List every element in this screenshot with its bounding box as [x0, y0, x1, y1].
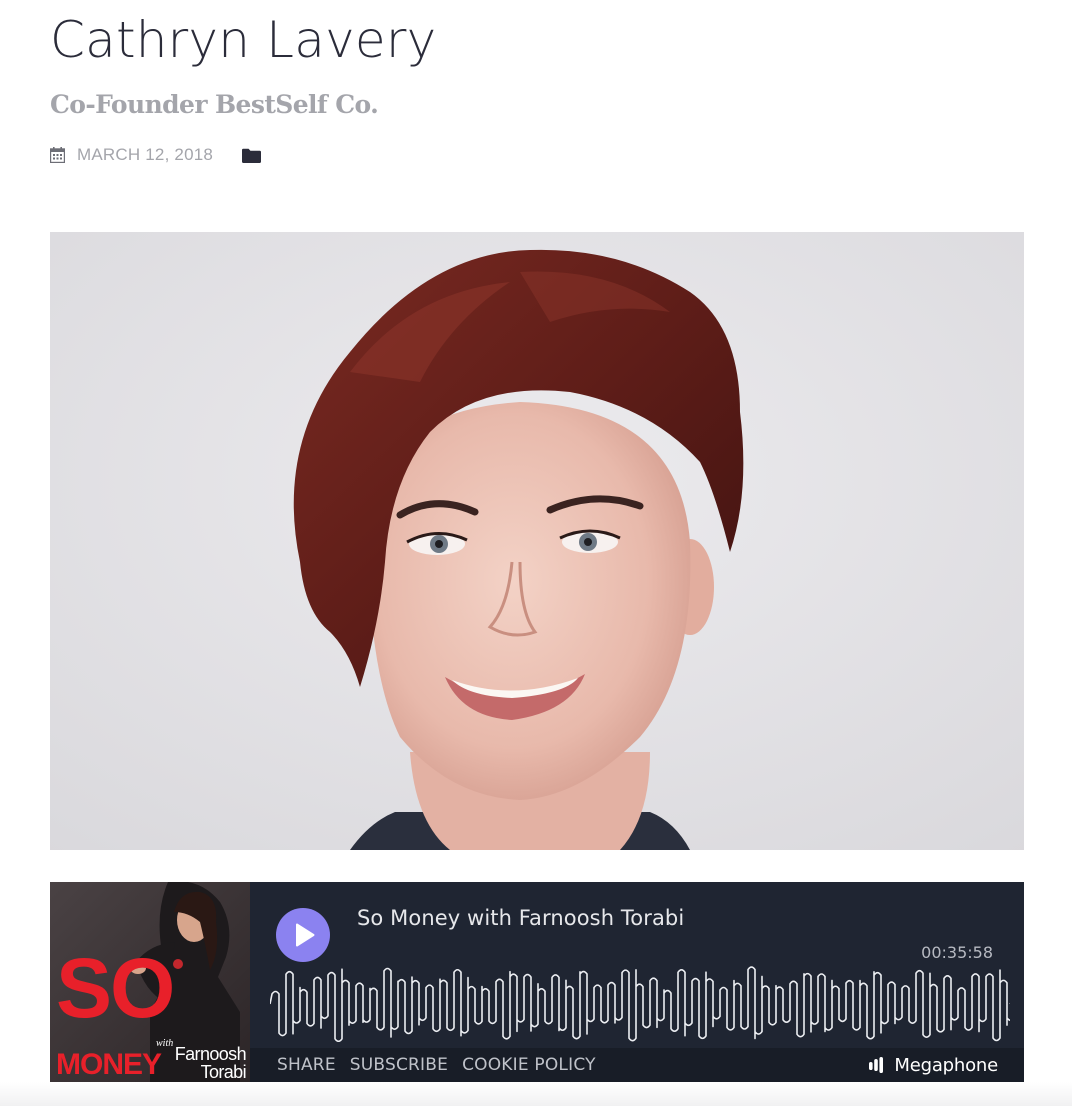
play-icon: [296, 923, 315, 947]
megaphone-brand[interactable]: Megaphone: [869, 1048, 998, 1082]
cover-title-so: SO: [56, 941, 175, 1035]
player-footer: SHARE SUBSCRIBE COOKIE POLICY Megaphone: [250, 1048, 1024, 1082]
folder-icon[interactable]: [242, 148, 262, 163]
play-button[interactable]: [276, 908, 330, 962]
calendar-icon: [49, 147, 66, 164]
megaphone-brand-name: Megaphone: [894, 1054, 998, 1076]
post-title: Cathryn Lavery: [50, 11, 437, 69]
article-page: Cathryn Lavery Co-Founder BestSelf Co. M…: [0, 0, 1072, 1106]
episode-duration: 00:35:58: [921, 943, 993, 962]
cover-title-money: MONEY: [56, 1048, 162, 1081]
audio-waveform-scrubber[interactable]: [270, 966, 1010, 1042]
waveform-line: [270, 966, 1010, 1042]
cover-host-last: Torabi: [200, 1062, 247, 1082]
player-link-subscribe[interactable]: SUBSCRIBE: [350, 1055, 448, 1075]
post-date: MARCH 12, 2018: [77, 145, 214, 164]
episode-title: So Money with Farnoosh Torabi: [357, 906, 685, 930]
player-link-cookie-policy[interactable]: COOKIE POLICY: [462, 1055, 596, 1075]
post-meta: MARCH 12, 2018: [49, 142, 262, 168]
megaphone-logo-icon: [869, 1057, 884, 1073]
cover-host-name: Farnoosh Torabi: [158, 1044, 247, 1082]
player-link-share[interactable]: SHARE: [277, 1055, 336, 1075]
cover-host-first: Farnoosh: [174, 1044, 247, 1064]
featured-portrait: [50, 232, 1024, 850]
page-bottom-edge: [0, 1082, 1072, 1106]
player-footer-links: SHARE SUBSCRIBE COOKIE POLICY: [277, 1048, 610, 1082]
podcast-player: SO MONEY with Farnoosh Torabi So Money w…: [50, 882, 1024, 1082]
post-subtitle: Co-Founder BestSelf Co.: [50, 90, 379, 119]
podcast-cover-art: SO MONEY with Farnoosh Torabi: [50, 882, 250, 1082]
